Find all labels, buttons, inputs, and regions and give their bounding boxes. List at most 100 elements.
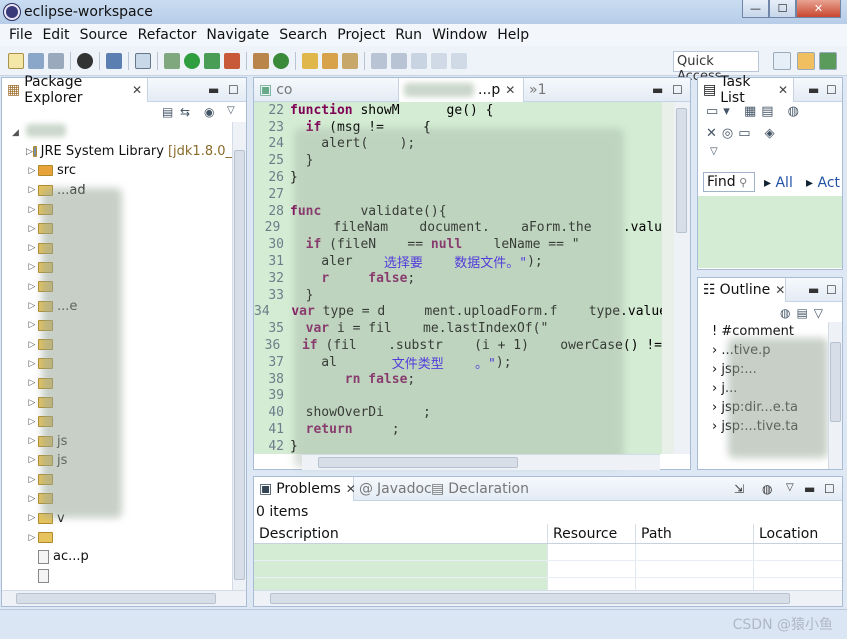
menu-edit[interactable]: Edit <box>37 27 74 43</box>
save-icon[interactable] <box>28 52 44 69</box>
expand-arrow-icon[interactable]: ▷ <box>26 475 38 485</box>
view-menu-icon[interactable]: ▽ <box>786 482 794 493</box>
menu-window[interactable]: Window <box>427 27 492 43</box>
col-description[interactable]: Description <box>254 524 548 543</box>
expand-arrow-icon[interactable]: ▷ <box>26 378 38 388</box>
expand-arrow-icon[interactable]: ▷ <box>26 417 38 427</box>
find-field[interactable]: Find ⚲ <box>703 172 755 192</box>
prev-annotation-icon[interactable] <box>391 52 407 69</box>
problems-h-scrollbar[interactable] <box>254 590 842 606</box>
tab-javadoc[interactable]: @ Javadoc <box>354 477 432 501</box>
code-line[interactable]: 22 function showM ge() { <box>254 102 662 119</box>
back-icon[interactable] <box>431 52 447 69</box>
expand-arrow-icon[interactable]: ▷ <box>26 301 38 311</box>
tree-item[interactable]: ▷ JRE System Library [jdk1.8.0_ <box>2 142 232 161</box>
save-all-icon[interactable] <box>48 52 64 69</box>
expand-arrow-icon[interactable]: ▷ <box>26 147 33 157</box>
run-icon[interactable] <box>184 52 200 69</box>
javaee-perspective-icon[interactable] <box>797 52 815 70</box>
menu-file[interactable]: File <box>4 27 37 43</box>
task-toolbar-2[interactable]: ✕◎▭ ◈ <box>706 126 780 141</box>
problems-filter-icon[interactable]: ⇲ <box>734 482 744 496</box>
close-tab-icon[interactable]: ✕ <box>778 83 788 97</box>
view-menu-icon[interactable]: ▽ <box>710 146 718 157</box>
tree-item[interactable]: ac...p <box>2 547 232 566</box>
debug-icon[interactable] <box>164 52 180 69</box>
expand-arrow-icon[interactable]: ▷ <box>26 494 38 504</box>
debug-profile-icon[interactable] <box>77 52 93 69</box>
minimize-view-icon[interactable]: ▬ <box>808 83 819 97</box>
maximize-view-icon[interactable]: ☐ <box>228 83 239 97</box>
last-edit-icon[interactable] <box>411 52 427 69</box>
view-menu-icon[interactable]: ▽ <box>227 105 235 116</box>
expand-arrow-icon[interactable]: ▷ <box>26 205 38 215</box>
menu-run[interactable]: Run <box>390 27 427 43</box>
outline-toolbar[interactable]: ◍▤▽ <box>780 306 829 320</box>
link-editor-icon[interactable]: ⇆ <box>180 105 190 119</box>
menu-search[interactable]: Search <box>274 27 332 43</box>
project-root[interactable]: ◢ <box>12 124 72 138</box>
maximize-view-icon[interactable]: ☐ <box>826 283 837 297</box>
expand-arrow-icon[interactable]: ▷ <box>26 262 38 272</box>
skip-breakpoints-icon[interactable] <box>135 52 151 69</box>
outline-scrollbar[interactable] <box>828 322 842 469</box>
maximize-view-icon[interactable]: ☐ <box>824 482 835 496</box>
tab-declaration[interactable]: ▤ Declaration <box>426 477 529 501</box>
tab-outline[interactable]: ☷ Outline ✕ <box>698 278 786 302</box>
tab-package-explorer[interactable]: ▦ Package Explorer ✕ <box>2 74 148 106</box>
expand-arrow-icon[interactable]: ▷ <box>26 320 38 330</box>
editor-tab-1[interactable]: ▣ co <box>254 78 399 102</box>
close-tab-icon[interactable]: ✕ <box>505 83 515 97</box>
more-tabs[interactable]: »1 <box>524 78 554 102</box>
expand-arrow-icon[interactable]: ▷ <box>26 436 38 446</box>
editor-tab-active[interactable]: ...p ✕ <box>399 78 524 102</box>
tree-item[interactable]: ▷ <box>2 528 232 547</box>
minimize-view-icon[interactable]: ▬ <box>208 83 219 97</box>
all-filter[interactable]: ▸ All <box>764 175 793 191</box>
new-icon[interactable] <box>8 52 24 69</box>
menu-source[interactable]: Source <box>75 27 133 43</box>
focus-icon[interactable]: ◉ <box>204 105 214 119</box>
expand-arrow-icon[interactable]: ▷ <box>26 243 38 253</box>
col-location[interactable]: Location <box>754 524 842 543</box>
expand-arrow-icon[interactable]: ▷ <box>26 513 38 523</box>
forward-icon[interactable] <box>451 52 467 69</box>
editor-h-scrollbar[interactable] <box>302 454 660 470</box>
editor-scrollbar[interactable] <box>674 102 690 454</box>
menu-refactor[interactable]: Refactor <box>133 27 202 43</box>
tree-item[interactable] <box>2 567 232 586</box>
open-perspective-icon[interactable] <box>773 52 791 70</box>
tree-h-scrollbar[interactable] <box>2 590 246 606</box>
menu-help[interactable]: Help <box>492 27 534 43</box>
expand-arrow-icon[interactable]: ▷ <box>26 340 38 350</box>
expand-arrow-icon[interactable]: ▷ <box>26 282 38 292</box>
coverage-icon[interactable] <box>224 52 240 69</box>
collapse-all-icon[interactable]: ▤ <box>162 105 173 119</box>
minimize-button[interactable]: — <box>742 0 769 18</box>
configure-icon[interactable]: ◍ <box>762 482 772 496</box>
task-toolbar[interactable]: ▭▾ ▦▤ ◍ <box>706 104 804 119</box>
maximize-view-icon[interactable]: ☐ <box>826 83 837 97</box>
console-icon[interactable] <box>106 52 122 69</box>
close-tab-icon[interactable]: ✕ <box>775 283 785 297</box>
menu-navigate[interactable]: Navigate <box>201 27 274 43</box>
tab-problems[interactable]: ▣ Problems ✕ <box>254 477 356 501</box>
expand-arrow-icon[interactable]: ▷ <box>26 533 38 543</box>
expand-arrow-icon[interactable]: ▷ <box>26 185 38 195</box>
next-annotation-icon[interactable] <box>371 52 387 69</box>
col-resource[interactable]: Resource <box>548 524 636 543</box>
expand-arrow-icon[interactable]: ▷ <box>26 455 38 465</box>
run-external-icon[interactable] <box>204 52 220 69</box>
act-filter[interactable]: ▸ Act <box>806 175 840 191</box>
minimize-view-icon[interactable]: ▬ <box>804 482 815 496</box>
expand-arrow-icon[interactable]: ▷ <box>26 398 38 408</box>
minimize-view-icon[interactable]: ▬ <box>808 283 819 297</box>
maximize-view-icon[interactable]: ☐ <box>672 83 683 97</box>
expand-arrow-icon[interactable]: ▷ <box>26 224 38 234</box>
close-tab-icon[interactable]: ✕ <box>132 83 142 97</box>
quick-access-field[interactable]: Quick Access <box>673 51 759 84</box>
search-icon[interactable] <box>342 52 358 69</box>
minimize-view-icon[interactable]: ▬ <box>652 83 663 97</box>
maximize-button[interactable]: ☐ <box>769 0 796 18</box>
close-button[interactable]: ✕ <box>796 0 841 18</box>
